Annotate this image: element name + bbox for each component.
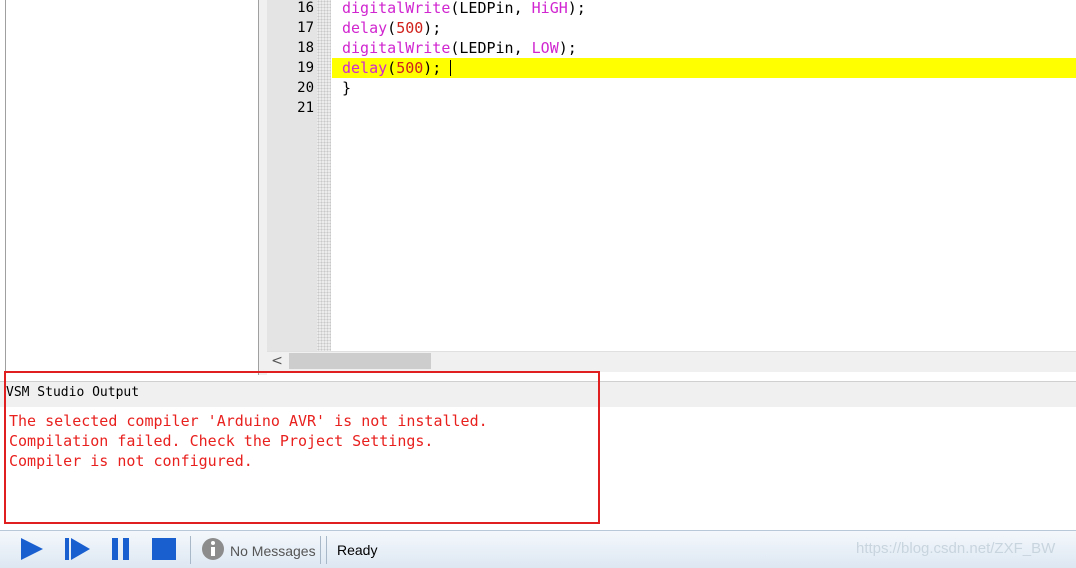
watermark: https://blog.csdn.net/ZXF_BW: [856, 540, 1056, 557]
code-line[interactable]: digitalWrite(LEDPin, HiGH);: [342, 0, 586, 18]
panel-splitter[interactable]: [259, 0, 267, 375]
messages-status[interactable]: No Messages: [230, 543, 316, 559]
line-number: 20: [297, 80, 314, 96]
status-text: Ready: [337, 542, 378, 558]
toolbar-separator: [320, 536, 321, 564]
current-line-highlight: [332, 58, 1076, 78]
function-name: delay: [342, 59, 388, 77]
annotation-highlight-box: [4, 371, 600, 524]
constant: LOW: [531, 39, 559, 57]
toolbar-separator: [190, 536, 191, 564]
project-panel[interactable]: [0, 0, 259, 375]
code-line[interactable]: }: [342, 78, 351, 98]
line-number: 18: [297, 40, 314, 56]
code-text: );: [423, 19, 442, 37]
code-text: );: [423, 59, 442, 77]
number-literal: 500: [396, 59, 424, 77]
fold-margin: [317, 0, 331, 351]
constant: HiGH: [531, 0, 568, 17]
code-line[interactable]: delay(500);: [342, 18, 441, 38]
code-text: (LEDPin,: [450, 0, 532, 17]
code-text: );: [567, 0, 586, 17]
number-literal: 500: [396, 19, 424, 37]
step-icon[interactable]: [62, 535, 92, 563]
code-text: (LEDPin,: [450, 39, 532, 57]
scrollbar-thumb[interactable]: [289, 353, 431, 369]
play-icon[interactable]: [18, 535, 48, 563]
scroll-left-arrow-icon[interactable]: <: [267, 351, 287, 371]
line-number: 17: [297, 20, 314, 36]
code-text: );: [558, 39, 577, 57]
line-number: 16: [297, 0, 314, 16]
code-text: (: [387, 59, 397, 77]
line-number: 21: [297, 100, 314, 116]
panel-border: [5, 0, 6, 375]
line-number: 19: [297, 60, 314, 76]
stop-icon[interactable]: [150, 535, 180, 563]
text-caret: [450, 60, 451, 76]
code-text: (: [387, 19, 397, 37]
function-name: digitalWrite: [342, 0, 451, 17]
code-line[interactable]: digitalWrite(LEDPin, LOW);: [342, 38, 577, 58]
info-icon[interactable]: [200, 535, 230, 563]
function-name: delay: [342, 19, 388, 37]
function-name: digitalWrite: [342, 39, 451, 57]
code-line[interactable]: delay(500);: [342, 58, 441, 78]
pause-icon[interactable]: [106, 535, 136, 563]
toolbar-separator: [326, 536, 327, 564]
code-text: }: [342, 79, 352, 97]
